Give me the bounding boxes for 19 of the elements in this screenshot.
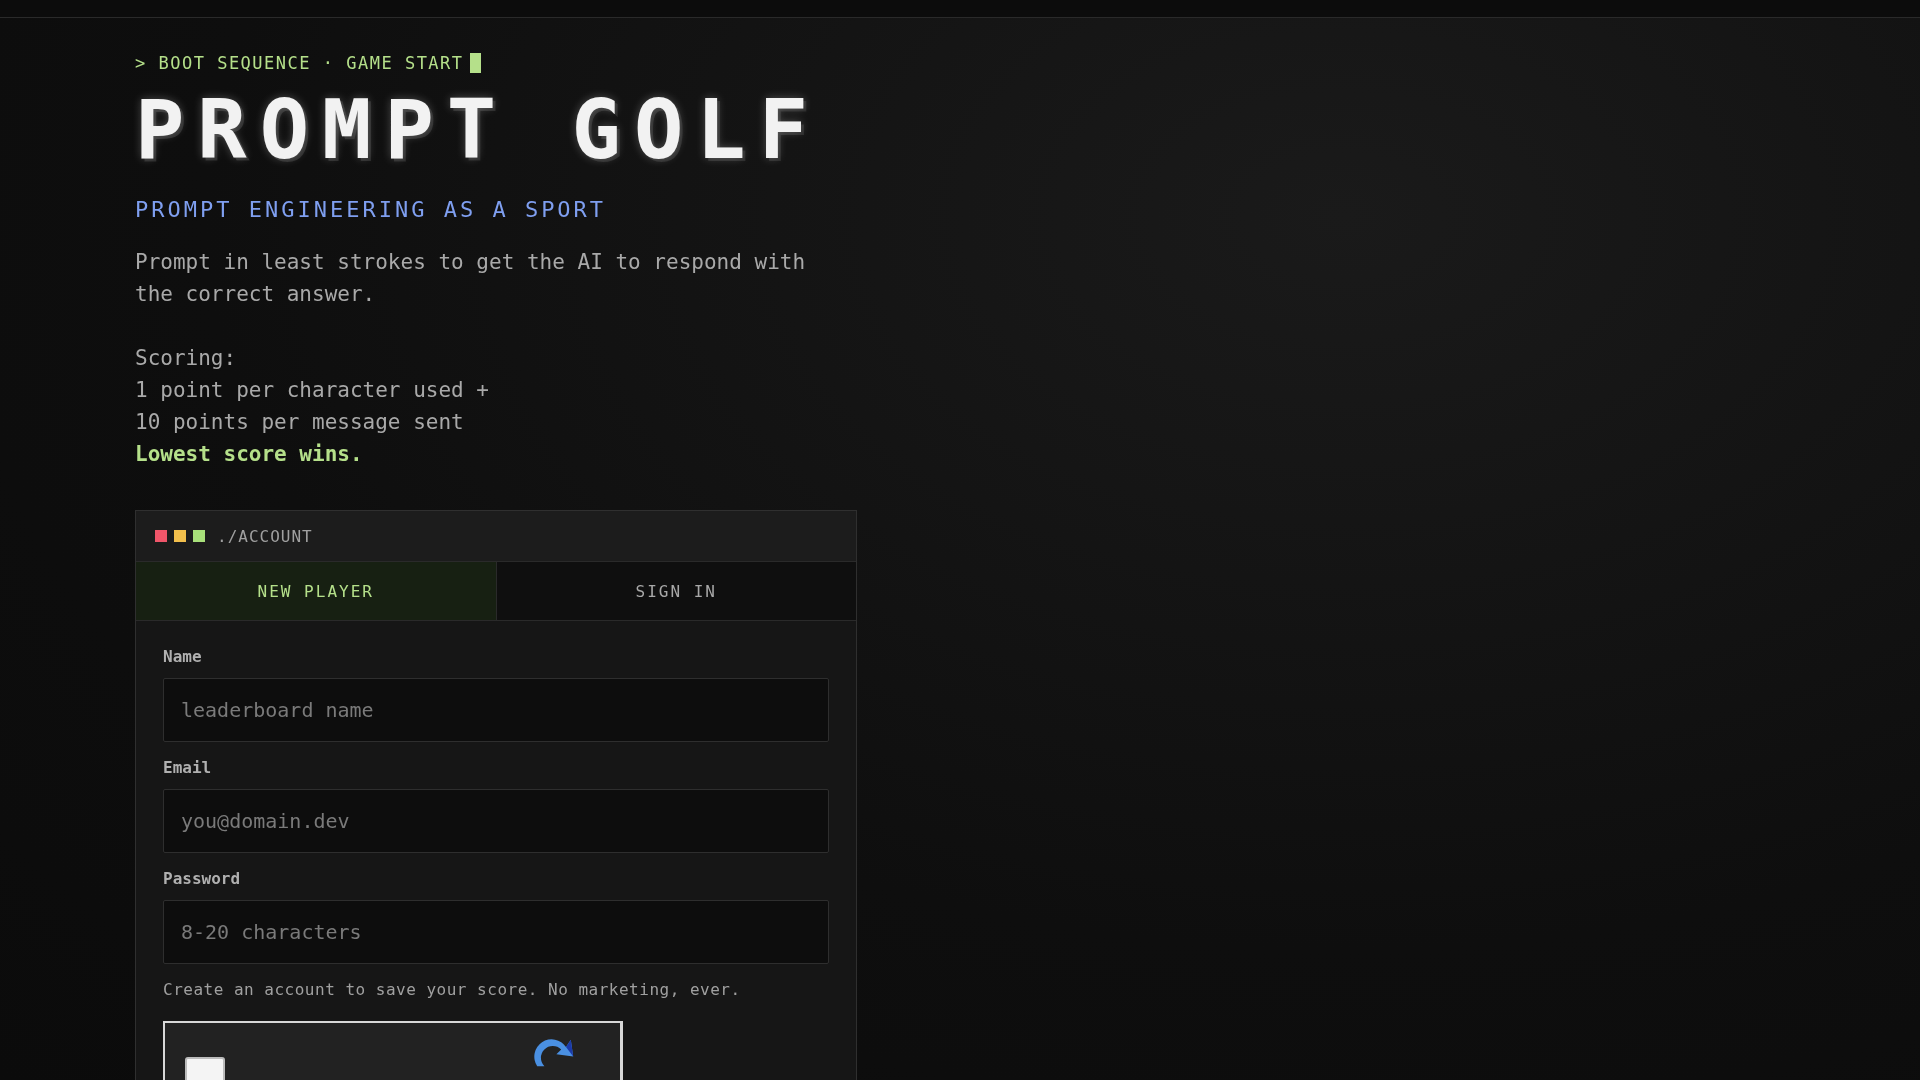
input-field[interactable]: leaderboard name xyxy=(163,678,829,742)
scoring-emphasis: Lowest score wins. xyxy=(135,441,364,468)
note-text: Create an account to save your score. No marketing, ever. xyxy=(163,980,742,999)
tagline: PROMPT ENGINEERING AS A SPORT xyxy=(135,197,608,222)
scoring-heading: Scoring: xyxy=(135,345,238,372)
description: Prompt in least strokes to get the AI to respond with the correct answer. xyxy=(135,249,807,308)
scoring-rule: 1 point per character used + xyxy=(135,377,490,404)
tab[interactable]: NEW PLAYER xyxy=(136,562,497,620)
input-field[interactable]: 8-20 characters xyxy=(163,900,829,964)
cursor-icon xyxy=(469,53,481,73)
field-label: Name xyxy=(163,647,203,666)
input-field[interactable]: you@domain.dev xyxy=(163,789,829,853)
field-label: Password xyxy=(163,869,242,888)
field-label: Email xyxy=(163,758,213,777)
tab[interactable]: SIGN IN xyxy=(496,562,856,620)
boot-line: > BOOT SEQUENCE · GAME START xyxy=(135,53,464,73)
panel-title: ./ACCOUNT xyxy=(217,526,313,546)
scoring-rule: 10 points per message sent xyxy=(135,409,465,436)
game-title: PROMPT GOLF xyxy=(135,87,823,173)
